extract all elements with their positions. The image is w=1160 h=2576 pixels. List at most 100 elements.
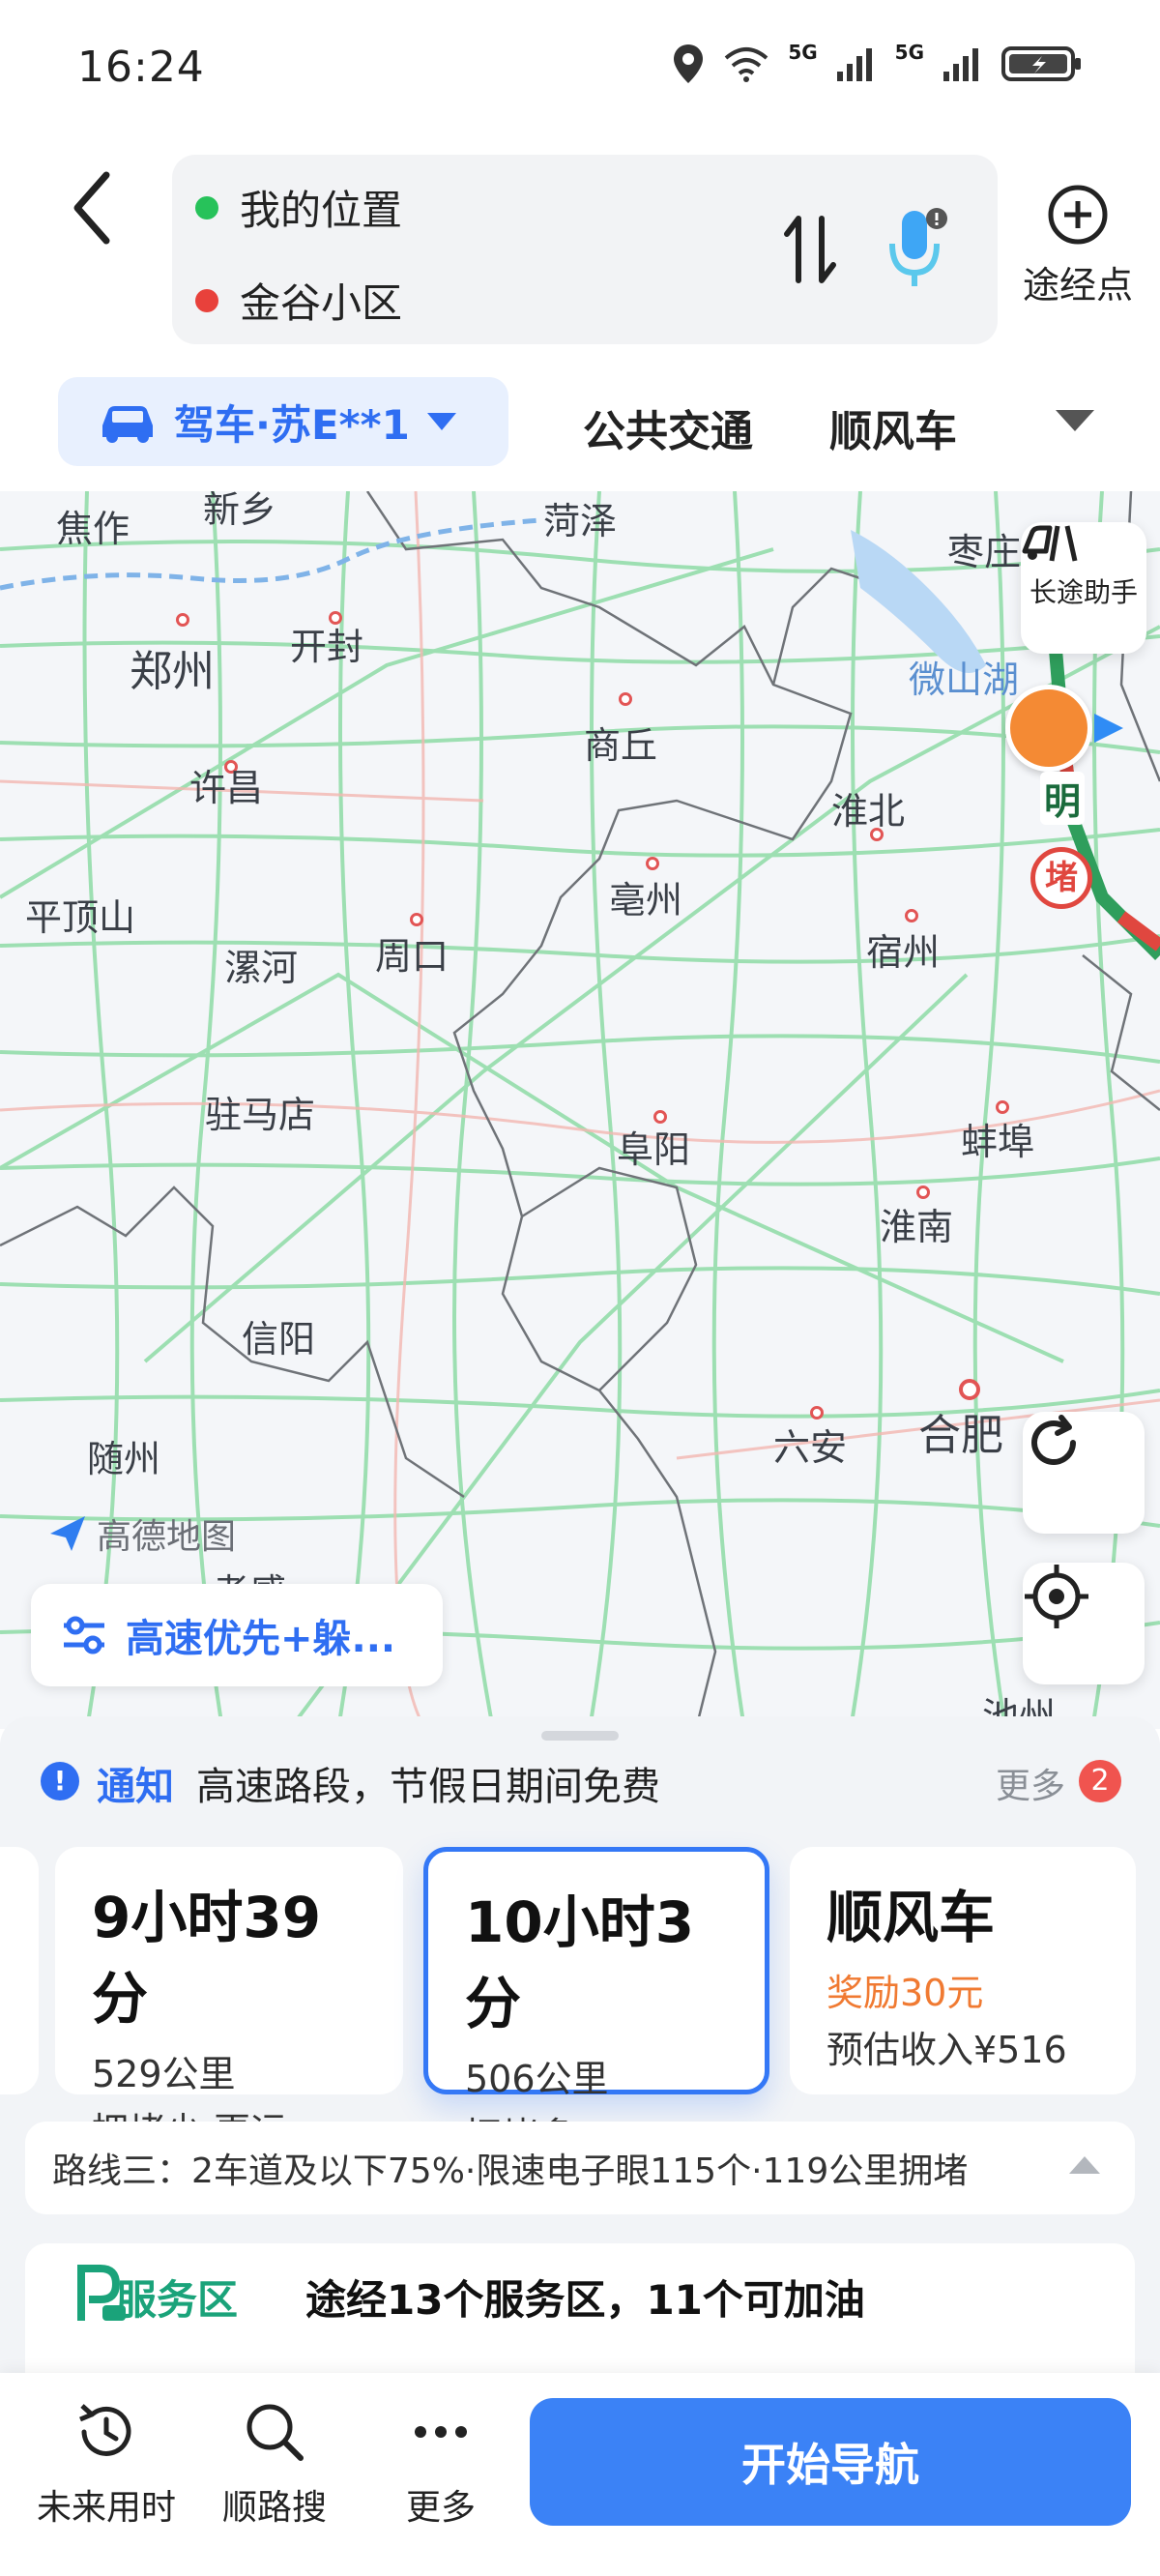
status-bar: 16:24 5G 5G [0,0,1160,145]
city-label: 淮南 [880,1206,954,1248]
city-label: 淮北 [831,790,906,833]
route-info-bar[interactable]: 路线三：2车道及以下75%·限速电子眼115个·119公里拥堵 [25,2122,1135,2214]
car-road-icon [1022,525,1078,562]
carpool-title: 顺风车 [826,1885,996,1950]
swap-icon[interactable] [781,213,839,286]
route-card[interactable]: 9小时39分 529公里 拥堵少·更远 [55,1847,403,2152]
capital-dot [959,1379,980,1400]
destination-row[interactable]: 金谷小区 [195,271,402,330]
route-card-partial[interactable] [0,1847,39,2094]
city-label: 新乡 [203,491,277,531]
future-time-button[interactable]: 未来用时 [19,2398,193,2530]
city-label: 阜阳 [617,1128,691,1171]
service-area-label: 服务区 [116,2276,239,2324]
signal-icon-2 [943,48,978,81]
carpool-card[interactable]: 顺风车 奖励30元 预估收入¥516 [790,1847,1136,2094]
origin-dot [195,195,218,220]
plus-circle-icon [1048,185,1108,245]
route-preference-chip[interactable]: 高速优先+躲... [31,1584,443,1686]
notice-text: 高速路段，节假日期间免费 [196,1765,660,1809]
wifi-icon [725,47,768,82]
notice-title: 通知 [97,1765,174,1809]
city-label: 商丘 [584,724,658,767]
preference-label: 高速优先+躲... [126,1617,396,1661]
city-label: 许昌 [189,767,264,809]
mode-more-caret-icon[interactable] [1054,406,1096,433]
service-area-text: 途经13个服务区，11个可加油 [305,2276,865,2324]
route-time: 9小时39分 [92,1885,322,2032]
route-card-selected[interactable]: 10小时3分 506公里 拥堵多 [423,1847,769,2157]
city-label: 焦作 [56,508,130,550]
future-time-label: 未来用时 [36,2488,176,2528]
caret-up-icon[interactable] [1067,2154,1102,2176]
tab-transit[interactable]: 公共交通 [583,396,753,458]
carpool-reward: 奖励30元 [826,1972,984,2014]
city-label: 郑州 [130,647,215,696]
lake-label: 微山湖 [909,659,1020,701]
tab-carpool[interactable]: 顺风车 [829,396,957,458]
tab-drive[interactable]: 驾车·苏E**1 [58,377,508,466]
signal-5g-2: 5G [894,41,924,64]
route-distance: 506公里 [465,2058,609,2100]
back-button[interactable] [68,169,126,247]
signal-icon [836,48,872,81]
destination-text: 金谷小区 [240,279,403,327]
start-navigation-button[interactable]: 开始导航 [530,2398,1131,2526]
city-dot [176,613,189,627]
origin-text: 我的位置 [240,187,403,234]
city-label: 随州 [87,1438,161,1480]
origin-row[interactable]: 我的位置 [195,178,402,237]
location-icon [674,44,704,83]
search-along-button[interactable]: 顺路搜 [188,2398,362,2530]
sheet-handle[interactable] [541,1731,619,1741]
start-navigation-label: 开始导航 [741,2439,919,2491]
city-label: 枣庄 [947,531,1022,573]
car-icon [102,406,153,443]
logo-arrow-icon [50,1516,85,1551]
city-label: 开封 [290,626,364,668]
more-dots-icon [415,2426,467,2438]
city-label: 驻马店 [205,1094,316,1136]
caret-down-icon [426,413,456,430]
notice-count-badge: 2 [1079,1760,1121,1802]
clock-history-icon [79,2404,131,2456]
city-label: 漯河 [224,947,299,989]
congestion-badge: 堵 [1030,847,1092,909]
refresh-icon [1031,1415,1076,1465]
battery-icon [1001,46,1081,81]
city-dot [619,692,632,706]
route-distance: 529公里 [92,2053,236,2095]
add-waypoint-button[interactable]: 途经点 [1015,184,1141,308]
city-dot [905,909,918,922]
city-label: 六安 [773,1426,848,1469]
status-icons: 5G 5G [672,41,1083,85]
road-name-label: 明 [1040,772,1086,825]
heading-arrow-icon [1094,714,1123,743]
info-icon: ! [41,1762,79,1800]
status-time: 16:24 [77,43,205,92]
current-location-avatar[interactable] [1005,685,1092,772]
city-label: 平顶山 [25,896,136,939]
locate-crosshair-icon [1025,1565,1088,1628]
city-dot [410,913,423,926]
notice-more-link[interactable]: 更多 [996,1758,1065,1808]
sliders-icon [64,1616,104,1654]
route-input-box: 我的位置 金谷小区 [172,155,998,344]
carpool-income: 预估收入¥516 [826,2029,1067,2071]
drive-label: 驾车·苏E**1 [174,400,410,449]
voice-mic-icon[interactable] [883,205,950,292]
destination-dot [195,288,218,312]
search-icon [246,2404,304,2461]
route-info-text: 路线三：2车道及以下75%·限速电子眼115个·119公里拥堵 [52,2152,969,2191]
city-label: 菏泽 [543,500,618,542]
more-label: 更多 [405,2488,476,2528]
chevron-left-icon [73,171,110,245]
locate-button[interactable] [1023,1563,1145,1684]
city-dot [646,857,659,870]
city-label: 蚌埠 [961,1121,1035,1163]
search-along-label: 顺路搜 [221,2488,327,2528]
refresh-button[interactable] [1023,1412,1145,1534]
long-trip-assistant-button[interactable]: 长途助手 [1021,522,1146,654]
waypoint-label: 途经点 [1022,264,1133,307]
more-button[interactable]: 更多 [354,2398,528,2530]
